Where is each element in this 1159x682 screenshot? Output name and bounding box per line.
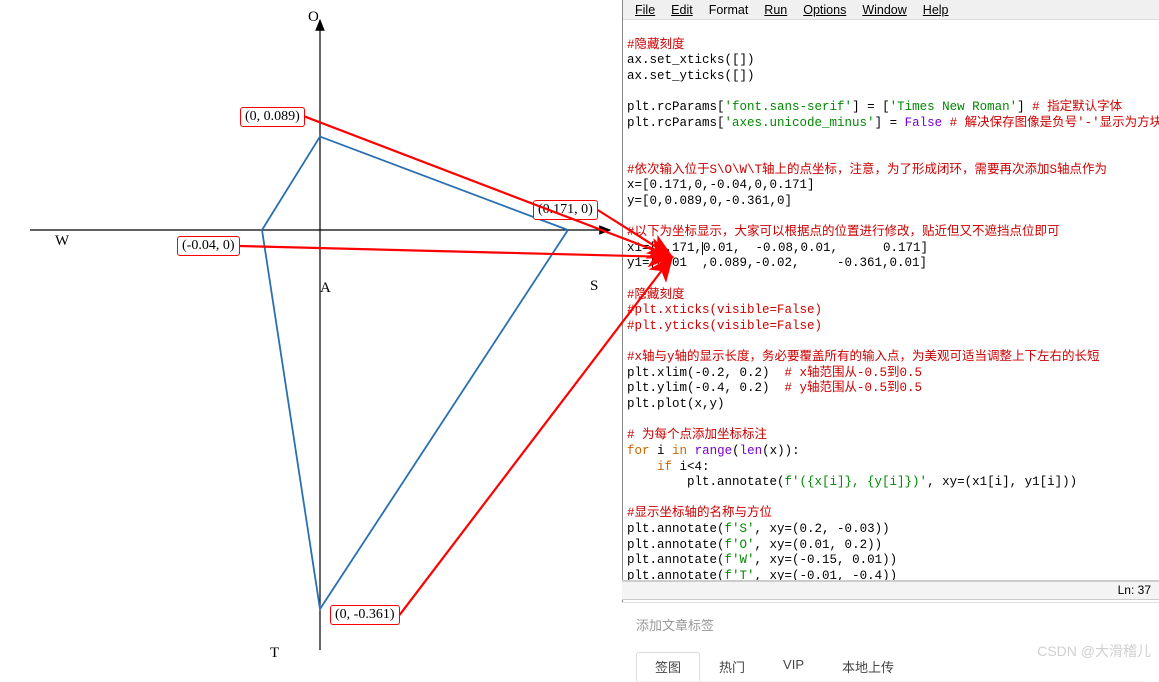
menu-format[interactable]: Format xyxy=(701,3,757,17)
menu-help[interactable]: Help xyxy=(915,3,957,17)
menu-options[interactable]: Options xyxy=(795,3,854,17)
menu-file[interactable]: File xyxy=(627,3,663,17)
chart-svg xyxy=(0,0,620,667)
menu-window[interactable]: Window xyxy=(854,3,914,17)
coord-label-p1: (0, 0.089) xyxy=(240,107,305,127)
axis-label-W: W xyxy=(55,233,69,250)
axis-label-T: T xyxy=(270,645,279,662)
axis-label-S: S xyxy=(590,278,598,295)
axis-label-A: A xyxy=(320,280,331,297)
statusbar: Ln: 37 xyxy=(622,580,1159,600)
axis-label-O: O xyxy=(308,9,319,26)
menu-edit[interactable]: Edit xyxy=(663,3,701,17)
menu-run[interactable]: Run xyxy=(756,3,795,17)
editor-pane: File Edit Format Run Options Window Help… xyxy=(622,0,1159,667)
code-editor[interactable]: #隐藏刻度 ax.set_xticks([]) ax.set_yticks([]… xyxy=(623,20,1159,580)
coord-label-p2: (0.171, 0) xyxy=(533,200,598,220)
coord-label-p4: (0, -0.361) xyxy=(330,605,400,625)
coord-label-p3: (-0.04, 0) xyxy=(177,236,240,256)
menubar: File Edit Format Run Options Window Help xyxy=(623,0,1159,20)
watermark: CSDN @大滑稽儿 xyxy=(1037,641,1151,661)
chart-pane: O W S T A (0, 0.089) (0.171, 0) (-0.04, … xyxy=(0,0,620,667)
status-line: Ln: 37 xyxy=(1118,583,1151,597)
add-tag-placeholder[interactable]: 添加文章标签 xyxy=(636,611,1145,638)
